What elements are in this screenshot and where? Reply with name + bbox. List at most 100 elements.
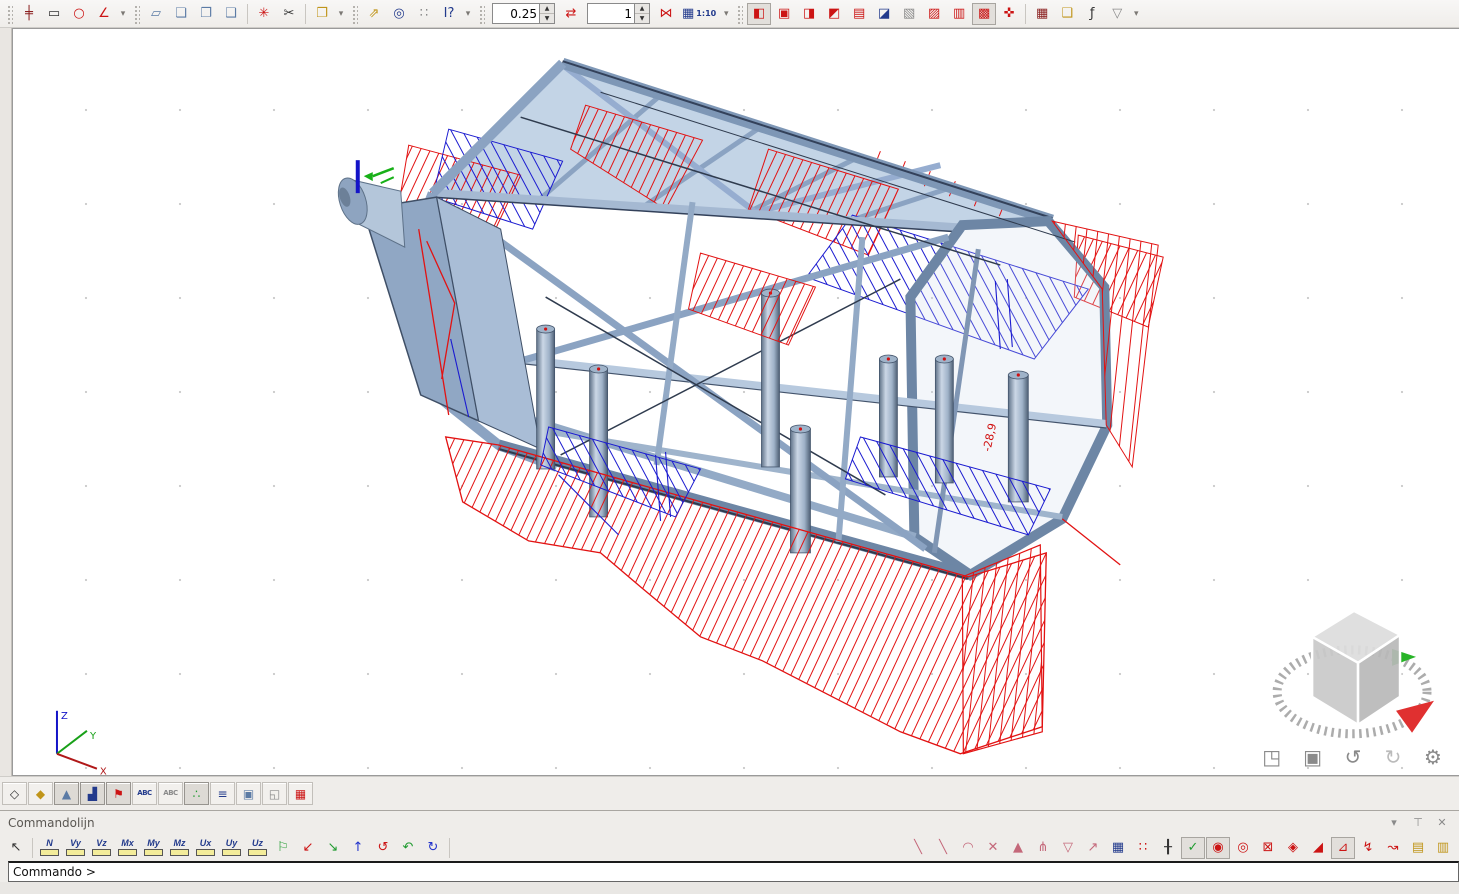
- properties-dialog-icon[interactable]: ▣: [236, 782, 261, 805]
- result-button-0[interactable]: N: [37, 837, 62, 859]
- translation-x-icon[interactable]: ↙: [296, 837, 320, 859]
- result-button-8[interactable]: Uz: [245, 837, 270, 859]
- export-icon[interactable]: ⇗: [362, 3, 386, 25]
- dimension-lines-icon[interactable]: ╪: [17, 3, 41, 25]
- supports-display-icon[interactable]: ⚑: [106, 782, 131, 805]
- beam-table-icon[interactable]: ▥: [1431, 837, 1455, 859]
- table-preview-icon[interactable]: ◎: [387, 3, 411, 25]
- translation-y-icon[interactable]: ↘: [321, 837, 345, 859]
- dropdown-arrow-icon[interactable]: ▾: [335, 3, 347, 25]
- spin-up-icon[interactable]: ▲: [540, 4, 554, 14]
- grid-points-icon[interactable]: ∷: [1131, 837, 1155, 859]
- dropdown-arrow-icon[interactable]: ▾: [117, 3, 129, 25]
- rotation-y-icon[interactable]: ↶: [396, 837, 420, 859]
- load-note-icon[interactable]: ▩: [972, 3, 996, 25]
- orbit-flat-icon[interactable]: ↻: [1381, 745, 1405, 769]
- load-delete-icon[interactable]: ▨: [922, 3, 946, 25]
- toolbar-grip[interactable]: [478, 4, 485, 24]
- snap-node-icon[interactable]: ◉: [1206, 837, 1230, 859]
- result-button-3[interactable]: Mx: [115, 837, 140, 859]
- snap-ortho-icon[interactable]: ⊿: [1331, 837, 1355, 859]
- toolbar-grip[interactable]: [6, 4, 13, 24]
- snap-midpoint-icon[interactable]: ◎: [1231, 837, 1255, 859]
- swap-direction-icon[interactable]: ⇄: [559, 3, 583, 25]
- result-button-1[interactable]: Vy: [63, 837, 88, 859]
- snap-segment-icon[interactable]: ╲: [931, 837, 955, 859]
- close-panel-icon[interactable]: ✕: [1433, 815, 1451, 831]
- copy-icon[interactable]: ▱: [144, 3, 168, 25]
- angle-icon[interactable]: ∠: [92, 3, 116, 25]
- result-button-4[interactable]: My: [141, 837, 166, 859]
- scale-ratio-icon[interactable]: ▦ 1:10: [679, 3, 719, 25]
- result-button-5[interactable]: Mz: [167, 837, 192, 859]
- labels-add-icon[interactable]: ABC: [132, 782, 157, 805]
- snap-line-icon[interactable]: ╲: [906, 837, 930, 859]
- dropdown-arrow-icon[interactable]: ▾: [462, 3, 474, 25]
- snap-triangle-icon[interactable]: ▽: [1056, 837, 1080, 859]
- spin-up-icon[interactable]: ▲: [635, 4, 649, 14]
- results-grid-icon[interactable]: ▦: [288, 782, 313, 805]
- labels-erase-icon[interactable]: ABC: [158, 782, 183, 805]
- load-panel-right-icon[interactable]: ▥: [947, 3, 971, 25]
- navigation-cube[interactable]: [1277, 611, 1434, 734]
- snap-branch-icon[interactable]: ⋔: [1031, 837, 1055, 859]
- load-panel-box-icon[interactable]: ▣: [772, 3, 796, 25]
- save-results-icon[interactable]: ▦: [1030, 3, 1054, 25]
- load-panel-hook-icon[interactable]: ◨: [797, 3, 821, 25]
- spin-down-icon[interactable]: ▼: [635, 14, 649, 23]
- zoom-window-icon[interactable]: ◳: [1259, 745, 1284, 769]
- snap-surface-icon[interactable]: ◈: [1281, 837, 1305, 859]
- collapse-panel-icon[interactable]: ▾: [1385, 815, 1403, 831]
- diagram-scale-icon[interactable]: ⋈: [654, 3, 678, 25]
- snap-angle-icon[interactable]: ↯: [1356, 837, 1380, 859]
- orbit-left-icon[interactable]: ↺: [1341, 745, 1365, 769]
- layers-dialog-icon[interactable]: ◱: [262, 782, 287, 805]
- load-panel-open-icon[interactable]: ◩: [822, 3, 846, 25]
- grid-line-icon[interactable]: ╂: [1156, 837, 1180, 859]
- select-cursor-icon[interactable]: ↖: [4, 837, 28, 859]
- translation-z-icon[interactable]: ↑: [346, 837, 370, 859]
- snap-cross-icon[interactable]: ✕: [981, 837, 1005, 859]
- supports-flag-icon[interactable]: ⚐: [271, 837, 295, 859]
- load-corner-arrow-icon[interactable]: ◪: [872, 3, 896, 25]
- circle-icon[interactable]: ○: [67, 3, 91, 25]
- results-diagram-icon[interactable]: ▟: [80, 782, 105, 805]
- open-folder-icon[interactable]: ❐: [310, 3, 334, 25]
- trim-icon[interactable]: ✂: [277, 3, 301, 25]
- snap-peak-icon[interactable]: ▲: [1006, 837, 1030, 859]
- snap-curve-icon[interactable]: ↝: [1381, 837, 1405, 859]
- filter-icon[interactable]: ▽: [1105, 3, 1129, 25]
- open-results-icon[interactable]: ❑: [1055, 3, 1079, 25]
- snap-arc-icon[interactable]: ◠: [956, 837, 980, 859]
- result-button-7[interactable]: Uy: [219, 837, 244, 859]
- dropdown-arrow-icon[interactable]: ▾: [1130, 3, 1142, 25]
- load-panel-icon[interactable]: ▤: [847, 3, 871, 25]
- paste-icon[interactable]: ❏: [169, 3, 193, 25]
- count-input[interactable]: [588, 4, 634, 23]
- snap-edge-icon[interactable]: ◢: [1306, 837, 1330, 859]
- snap-vector-icon[interactable]: ↗: [1081, 837, 1105, 859]
- result-button-2[interactable]: Vz: [89, 837, 114, 859]
- view-settings-gear-icon[interactable]: ⚙: [1421, 745, 1445, 769]
- duplicate-icon[interactable]: ❑: [219, 3, 243, 25]
- command-input[interactable]: [8, 861, 1459, 882]
- numbering-list-icon[interactable]: ≡: [210, 782, 235, 805]
- load-panel-left-icon[interactable]: ◧: [747, 3, 771, 25]
- dimension-bracket-icon[interactable]: ▭: [42, 3, 66, 25]
- rotation-z-icon[interactable]: ↻: [421, 837, 445, 859]
- toolbar-grip[interactable]: [351, 4, 358, 24]
- view-cube-icon[interactable]: ▣: [1300, 745, 1325, 769]
- dropdown-arrow-icon[interactable]: ▾: [720, 3, 732, 25]
- snap-intersection-icon[interactable]: ⊠: [1256, 837, 1280, 859]
- solid-view-icon[interactable]: ◆: [28, 782, 53, 805]
- cube-rotate-red-arrow[interactable]: [1396, 701, 1434, 733]
- filter-function-icon[interactable]: ƒ: [1080, 3, 1104, 25]
- rendered-view-icon[interactable]: ▲: [54, 782, 79, 805]
- regenerate-icon[interactable]: ✳: [252, 3, 276, 25]
- rotation-x-icon[interactable]: ↺: [371, 837, 395, 859]
- center-target-icon[interactable]: ✜: [997, 3, 1021, 25]
- beam-insert-icon[interactable]: ▤: [1406, 837, 1430, 859]
- result-button-6[interactable]: Ux: [193, 837, 218, 859]
- dot-grid-icon[interactable]: ∷: [412, 3, 436, 25]
- pin-panel-icon[interactable]: ⊤: [1409, 815, 1427, 831]
